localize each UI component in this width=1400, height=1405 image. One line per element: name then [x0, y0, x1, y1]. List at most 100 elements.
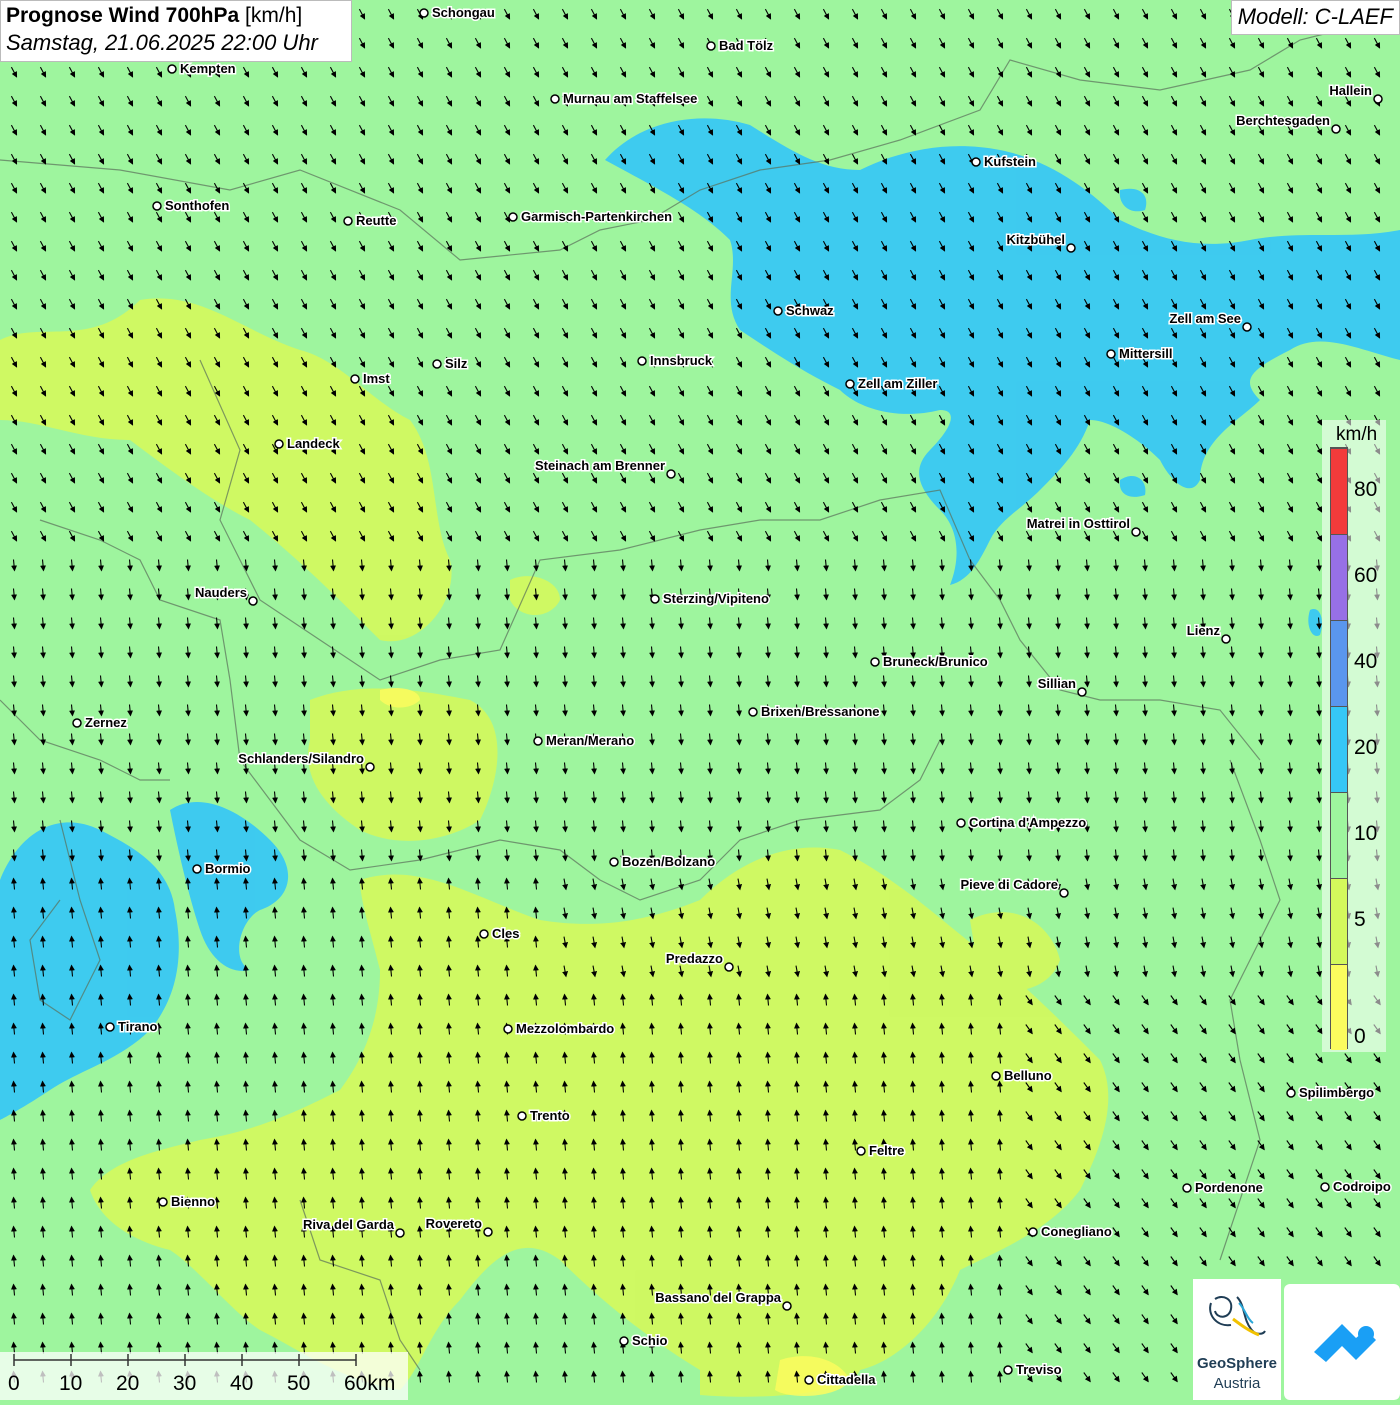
city-name: Kufstein	[984, 154, 1036, 169]
geosphere-country: Austria	[1213, 1375, 1261, 1392]
legend-colorbar	[1330, 447, 1348, 1050]
mountain-logo-icon	[1314, 1324, 1376, 1362]
city-marker-icon	[1286, 1088, 1296, 1098]
city-name: Nauders	[195, 585, 247, 600]
city-name: Belluno	[1004, 1068, 1052, 1083]
city-marker-icon	[1182, 1183, 1192, 1193]
city-marker-icon	[72, 718, 82, 728]
city-name: Bassano del Grappa	[655, 1290, 781, 1305]
legend-swatch	[1331, 792, 1347, 878]
city-marker-icon	[1131, 527, 1141, 537]
city-marker-icon	[666, 469, 676, 479]
city-name: Pordenone	[1195, 1180, 1263, 1195]
city-marker-icon	[1320, 1182, 1330, 1192]
city-bozen-bolzano: Bozen/Bolzano	[609, 853, 717, 871]
city-name: Bienno	[171, 1194, 215, 1209]
city-name: Landeck	[287, 436, 341, 451]
city-name: Schlanders/Silandro	[238, 751, 364, 766]
city-marker-icon	[105, 1022, 115, 1032]
city-marker-icon	[517, 1111, 527, 1121]
city-name: Mezzolombardo	[516, 1021, 614, 1036]
legend-value: 5	[1354, 908, 1366, 931]
legend-value: 10	[1354, 822, 1378, 845]
city-marker-icon	[432, 359, 442, 369]
city-name: Bad Tölz	[719, 38, 774, 53]
city-name: Conegliano	[1041, 1224, 1112, 1239]
city-marker-icon	[483, 1227, 493, 1237]
scale-label: 0	[8, 1372, 20, 1395]
city-marker-icon	[1242, 322, 1252, 332]
city-marker-icon	[503, 1024, 513, 1034]
city-marker-icon	[419, 8, 429, 18]
city-name: Bozen/Bolzano	[622, 854, 715, 869]
city-marker-icon	[1373, 94, 1383, 104]
city-name: Murnau am Staffelsee	[563, 91, 697, 106]
city-sterzing-vipiteno: Sterzing/Vipiteno	[650, 590, 770, 608]
city-name: Spilimbergo	[1299, 1085, 1374, 1100]
city-name: Reutte	[356, 213, 396, 228]
city-marker-icon	[706, 41, 716, 51]
scale-label: 50	[287, 1372, 311, 1395]
legend-swatch	[1331, 534, 1347, 620]
legend-swatch	[1331, 964, 1347, 1050]
city-name: Meran/Merano	[546, 733, 634, 748]
city-name: Treviso	[1016, 1362, 1062, 1377]
city-marker-icon	[1066, 243, 1076, 253]
city-name: Matrei in Osttirol	[1027, 516, 1130, 531]
geosphere-logo: GeoSphere Austria	[1193, 1279, 1281, 1400]
city-name: Sterzing/Vipiteno	[663, 591, 769, 606]
city-name: Schio	[632, 1333, 667, 1348]
scale-label: 60km	[344, 1372, 396, 1395]
title-box: Prognose Wind 700hPa [km/h] Samstag, 21.…	[0, 0, 352, 62]
city-name: Silz	[445, 356, 468, 371]
legend-value: 20	[1354, 736, 1378, 759]
city-marker-icon	[1106, 349, 1116, 359]
city-marker-icon	[508, 212, 518, 222]
city-name: Pieve di Cadore	[960, 877, 1058, 892]
scale-label: 30	[173, 1372, 197, 1395]
city-name: Lienz	[1187, 623, 1221, 638]
city-name: Cles	[492, 926, 519, 941]
city-marker-icon	[533, 736, 543, 746]
city-name: Hallein	[1329, 83, 1372, 98]
city-name: Brixen/Bressanone	[761, 704, 880, 719]
city-marker-icon	[804, 1375, 814, 1385]
legend-swatch	[1331, 620, 1347, 706]
legend-swatch	[1331, 878, 1347, 964]
city-name: Schongau	[432, 5, 495, 20]
city-schongau: Schongau	[419, 4, 496, 22]
city-marker-icon	[609, 857, 619, 867]
city-cortina-d-ampezzo: Cortina d'Ampezzo	[956, 814, 1088, 832]
city-name: Rovereto	[426, 1216, 482, 1231]
city-marker-icon	[350, 374, 360, 384]
city-marker-icon	[956, 818, 966, 828]
scale-label: 40	[230, 1372, 254, 1395]
city-name: Cortina d'Ampezzo	[969, 815, 1086, 830]
city-marker-icon	[1077, 687, 1087, 697]
city-pordenone: Pordenone	[1182, 1179, 1264, 1197]
city-marker-icon	[845, 379, 855, 389]
legend-swatch	[1331, 706, 1347, 792]
city-marker-icon	[1059, 888, 1069, 898]
city-name: Sonthofen	[165, 198, 229, 213]
app-logo	[1284, 1284, 1400, 1400]
city-marker-icon	[479, 929, 489, 939]
city-marker-icon	[637, 356, 647, 366]
city-name: Imst	[363, 371, 390, 386]
city-marker-icon	[782, 1301, 792, 1311]
city-marker-icon	[192, 864, 202, 874]
city-name: Innsbruck	[650, 353, 713, 368]
city-marker-icon	[158, 1197, 168, 1207]
city-name: Berchtesgaden	[1236, 113, 1330, 128]
city-name: Codroipo	[1333, 1179, 1391, 1194]
city-name: Predazzo	[666, 951, 723, 966]
city-marker-icon	[650, 594, 660, 604]
city-name: Schwaz	[786, 303, 834, 318]
city-bruneck-brunico: Bruneck/Brunico	[870, 653, 989, 671]
city-name: Cittadella	[817, 1372, 876, 1387]
city-marker-icon	[748, 707, 758, 717]
city-murnau-am-staffelsee: Murnau am Staffelsee	[550, 90, 699, 108]
title-main: Prognose Wind 700hPa	[6, 4, 240, 27]
city-name: Tirano	[118, 1019, 158, 1034]
city-name: Zernez	[85, 715, 127, 730]
